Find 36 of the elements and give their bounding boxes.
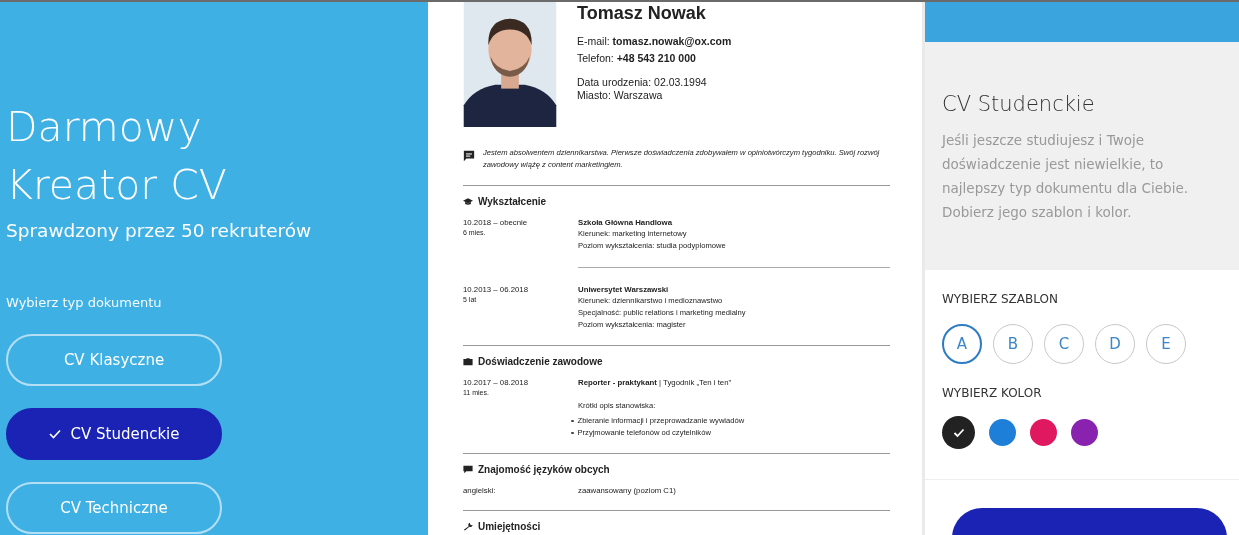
- graduation-cap-icon: [463, 197, 473, 206]
- check-icon: [48, 429, 61, 439]
- template-option[interactable]: C: [1044, 324, 1084, 364]
- bullet-icon: [571, 419, 574, 423]
- hero-title: Darmowy Kreator CV: [6, 102, 227, 211]
- personal-line: Data urodzenia: 02.03.1994: [577, 76, 708, 89]
- color-swatch[interactable]: [1071, 419, 1098, 446]
- contact-line: E-mail: tomasz.nowak@ox.com: [577, 34, 732, 49]
- contact-line: Telefon: +48 543 210 000: [577, 51, 697, 66]
- color-swatch[interactable]: [1030, 419, 1057, 446]
- comment-icon: [463, 150, 475, 162]
- bullet-icon: [571, 431, 574, 435]
- briefcase-icon: [463, 357, 473, 366]
- personal-line: Miasto: Warszawa: [577, 89, 664, 102]
- doc-type-button[interactable]: CV Studenckie: [6, 408, 222, 460]
- speech-bubble-icon: [463, 465, 473, 474]
- wrench-icon: [463, 522, 473, 531]
- doc-type-prompt: Wybierz typ dokumentu: [6, 295, 162, 310]
- doc-type-button[interactable]: CV Techniczne: [6, 482, 222, 534]
- doc-type-button[interactable]: CV Klasyczne: [6, 334, 222, 386]
- section-title: Znajomość języków obcych: [478, 464, 610, 475]
- template-label: WYBIERZ SZABLON: [942, 292, 1059, 306]
- section-title: Umiejętności: [478, 521, 541, 532]
- template-option[interactable]: D: [1095, 324, 1135, 364]
- section-title: Doświadczenie zawodowe: [478, 356, 603, 367]
- color-swatch[interactable]: [989, 419, 1016, 446]
- template-option[interactable]: E: [1146, 324, 1186, 364]
- hero-subtitle: Sprawdzony przez 50 rekruterów: [6, 220, 312, 241]
- template-option[interactable]: A: [942, 324, 982, 364]
- info-description: Jeśli jeszcze studiujesz i Twoje doświadczenie jest niewielkie, to najlepszy typ dokumentu dla Ciebie. Dobierz jego szablon i kolor.: [942, 131, 1189, 222]
- info-title: CV Studenckie: [942, 92, 1096, 116]
- section-title: Wykształcenie: [478, 196, 547, 207]
- template-option[interactable]: B: [993, 324, 1033, 364]
- color-swatch[interactable]: [942, 416, 975, 449]
- cv-name: Tomasz Nowak: [577, 2, 707, 24]
- color-label: WYBIERZ KOLOR: [942, 386, 1043, 400]
